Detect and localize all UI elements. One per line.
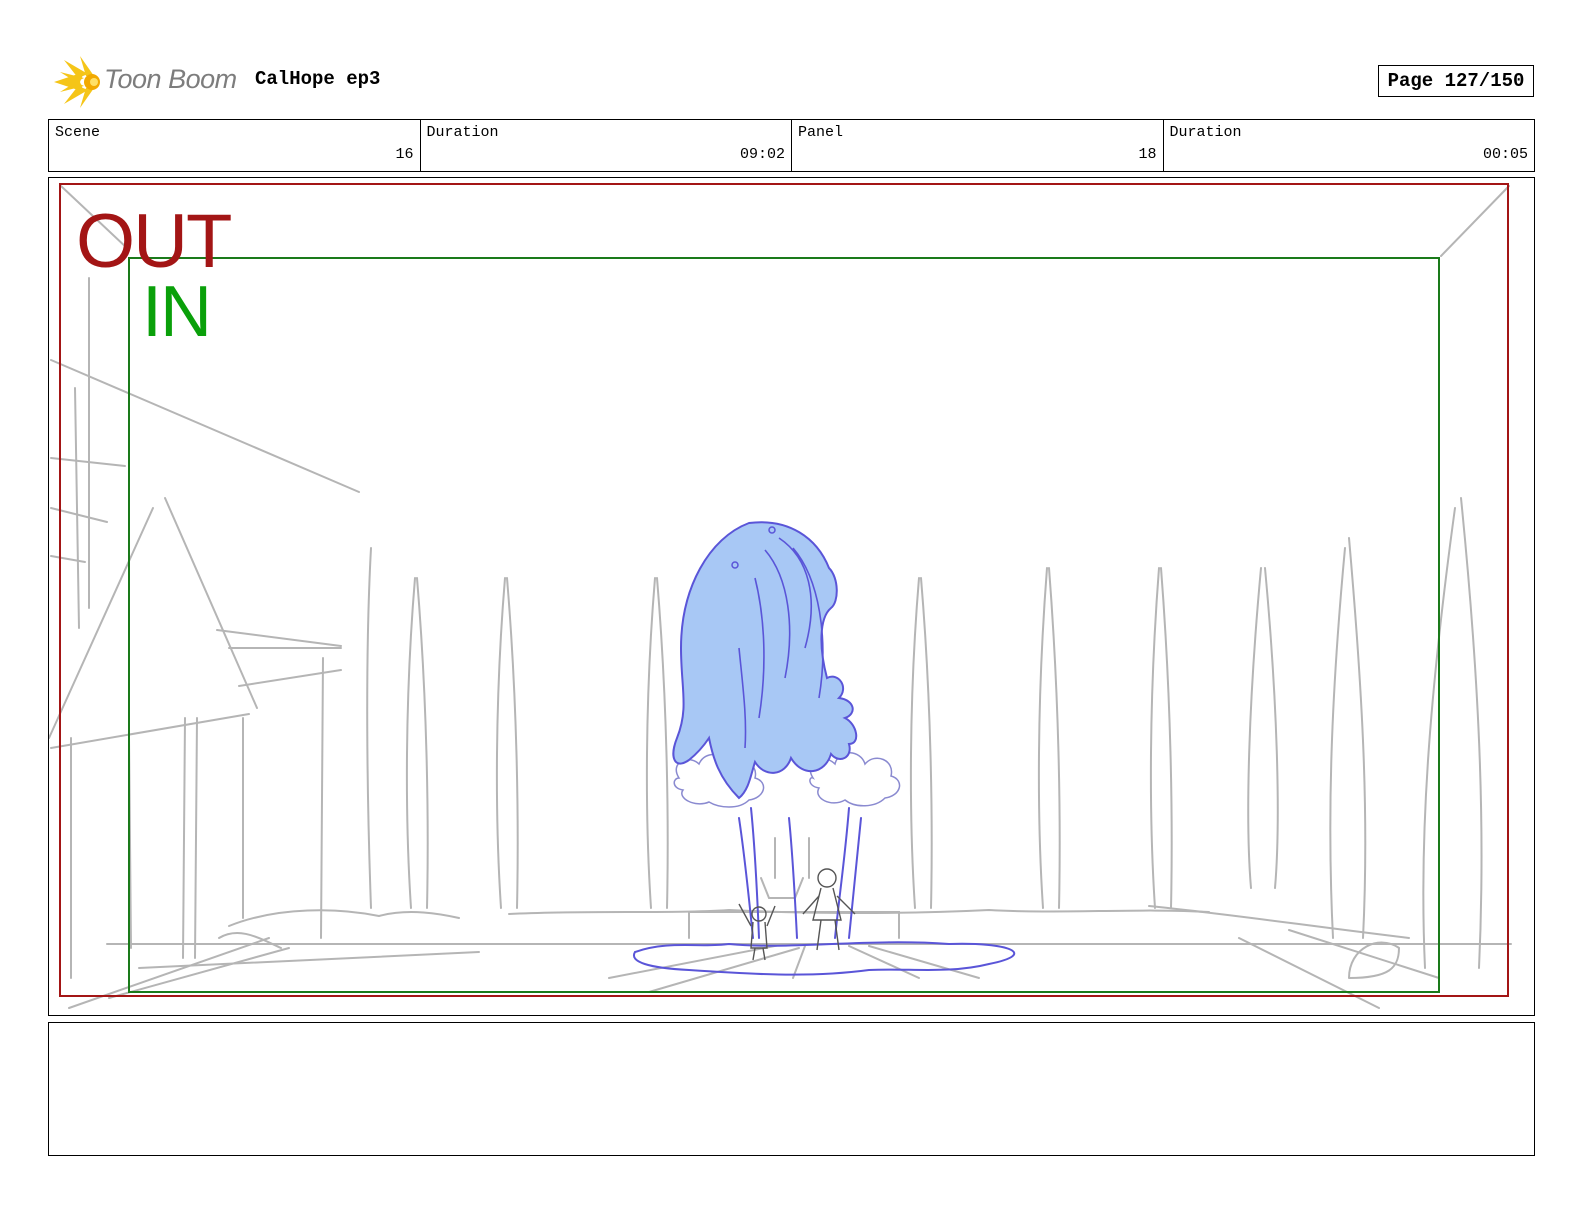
scene-cell: Scene 16: [49, 120, 421, 171]
blue-creature: [672, 521, 858, 800]
panel-value: 18: [1138, 146, 1157, 163]
scene-info-table: Scene 16 Duration 09:02 Panel 18 Duratio…: [48, 119, 1535, 172]
scene-duration-cell: Duration 09:02: [421, 120, 792, 171]
fountain-spray-sketch: [632, 807, 1016, 976]
panel-cell: Panel 18: [792, 120, 1164, 171]
project-title: CalHope ep3: [255, 68, 381, 90]
in-frame-label: IN: [142, 272, 212, 352]
panel-duration-label: Duration: [1169, 124, 1242, 141]
storyboard-panel: OUT IN: [48, 177, 1535, 1016]
out-frame-label: OUT: [76, 199, 232, 284]
panel-duration-value: 00:05: [1482, 146, 1528, 163]
panel-label: Panel: [798, 124, 844, 141]
scene-duration-value: 09:02: [739, 146, 785, 163]
page-header: Toon Boom CalHope ep3 Page 127/150: [0, 0, 1584, 118]
scene-duration-label: Duration: [426, 124, 499, 141]
panel-sketch: [49, 183, 1512, 1009]
panel-duration-cell: Duration 00:05: [1164, 120, 1535, 171]
logo-text: Toon Boom: [104, 64, 237, 94]
scene-label: Scene: [55, 124, 101, 141]
scene-value: 16: [395, 146, 414, 163]
panel-notes-box: [48, 1022, 1535, 1156]
page-number: Page 127/150: [1378, 65, 1534, 97]
